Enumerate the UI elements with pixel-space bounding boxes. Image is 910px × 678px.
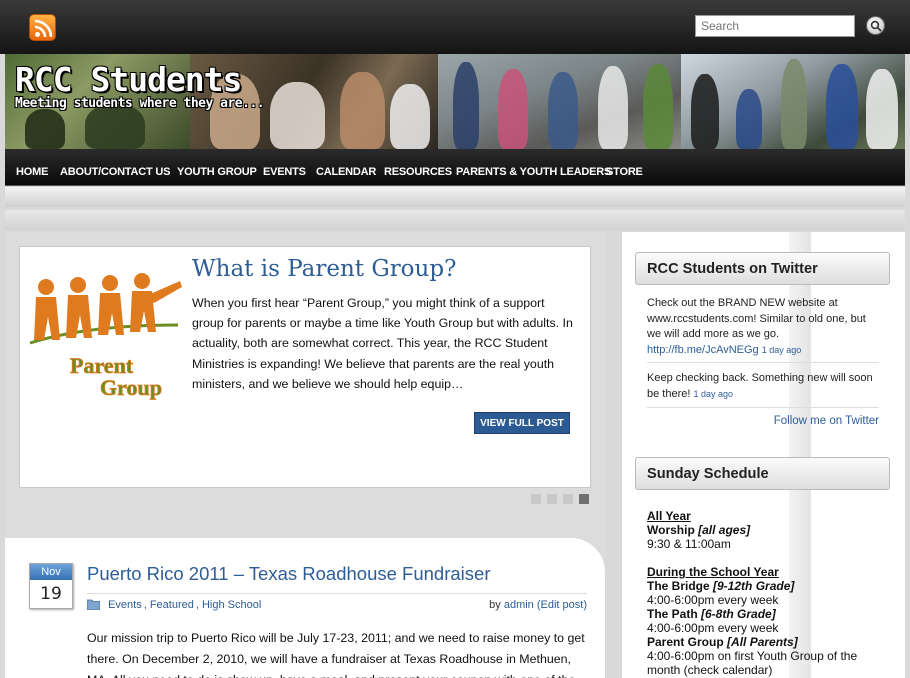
schedule-path-time: 4:00-6:00pm every week xyxy=(647,621,779,635)
nav-store[interactable]: STORE xyxy=(606,166,643,178)
tweet: Check out the BRAND NEW website at www.r… xyxy=(647,296,879,358)
featured-excerpt: When you first hear “Parent Group,” you … xyxy=(192,296,573,391)
divider xyxy=(5,210,905,230)
blog-post: Nov 19 Puerto Rico 2011 – Texas Roadhous… xyxy=(5,538,605,678)
sunday-schedule: All Year Worship [all ages] 9:30 & 11:00… xyxy=(647,509,892,677)
divider xyxy=(5,187,905,207)
date-badge: Nov 19 xyxy=(29,563,73,609)
schedule-worship-time: 9:30 & 11:00am xyxy=(647,537,731,551)
folder-icon xyxy=(86,599,101,613)
schedule-worship-tag: [all ages] xyxy=(698,523,751,537)
search-icon[interactable] xyxy=(866,16,885,35)
category-link-featured[interactable]: Featured xyxy=(150,599,194,611)
nav-events[interactable]: EVENTS xyxy=(263,166,306,178)
main-nav: HOME ABOUT/CONTACT US YOUTH GROUP EVENTS… xyxy=(5,149,905,186)
nav-about-contact[interactable]: ABOUT/CONTACT US xyxy=(60,166,170,178)
sidebar: RCC Students on Twitter Check out the BR… xyxy=(622,232,905,678)
header-photo xyxy=(438,54,681,149)
post-meta: Events, Featured, High School by admin (… xyxy=(86,593,587,613)
featured-title[interactable]: What is Parent Group? xyxy=(192,256,456,282)
schedule-parent: Parent Group xyxy=(647,635,724,649)
slider-dot[interactable] xyxy=(531,494,541,504)
schedule-path: The Path xyxy=(647,607,698,621)
view-full-post-button[interactable]: VIEW FULL POST xyxy=(474,412,570,434)
schedule-bridge-tag: [9-12th Grade] xyxy=(713,579,795,593)
post-byline: by admin (Edit post) xyxy=(489,599,587,611)
nav-calendar[interactable]: CALENDAR xyxy=(316,166,376,178)
follow-twitter-link[interactable]: Follow me on Twitter xyxy=(647,415,879,427)
schedule-parent-time: 4:00-6:00pm on first Youth Group of the … xyxy=(647,649,858,677)
header-banner: RCC Students Meeting students where they… xyxy=(5,54,905,149)
date-day: 19 xyxy=(40,584,62,604)
schedule-parent-tag: [All Parents] xyxy=(727,635,798,649)
parent-group-logo[interactable]: Parent Group xyxy=(28,265,183,405)
top-bar xyxy=(0,0,910,54)
header-photo xyxy=(681,54,905,149)
tweet: Keep checking back. Something new will s… xyxy=(647,371,879,402)
schedule-all-year: All Year xyxy=(647,509,691,523)
twitter-widget-heading: RCC Students on Twitter xyxy=(635,252,890,285)
byline-by: by xyxy=(489,599,501,611)
tweet-text: Keep checking back. Something new will s… xyxy=(647,372,873,400)
search-input[interactable] xyxy=(695,15,855,37)
schedule-bridge-time: 4:00-6:00pm every week xyxy=(647,593,779,607)
slider-dot-active[interactable] xyxy=(579,494,589,504)
author-link[interactable]: admin xyxy=(504,599,534,611)
featured-post: Parent Group What is Parent Group? When … xyxy=(19,246,591,488)
slider-dot[interactable] xyxy=(563,494,573,504)
category-link-high-school[interactable]: High School xyxy=(202,599,261,611)
site-tagline: Meeting students where they are... xyxy=(15,96,265,111)
tweet-link[interactable]: http://fb.me/JcAvNEGg xyxy=(647,344,759,356)
post-body: Our mission trip to Puerto Rico will be … xyxy=(87,631,585,678)
tweet-time[interactable]: 1 day ago xyxy=(693,389,733,399)
schedule-widget-heading: Sunday Schedule xyxy=(635,457,890,490)
nav-home[interactable]: HOME xyxy=(16,166,48,178)
nav-resources[interactable]: RESOURCES xyxy=(384,166,452,178)
nav-youth-group[interactable]: YOUTH GROUP xyxy=(177,166,257,178)
schedule-worship: Worship xyxy=(647,523,695,537)
schedule-path-tag: [6-8th Grade] xyxy=(701,607,776,621)
category-link-events[interactable]: Events xyxy=(108,599,142,611)
schedule-bridge: The Bridge xyxy=(647,579,710,593)
tweet-text: Check out the BRAND NEW website at www.r… xyxy=(647,297,866,340)
logo-text: Group xyxy=(100,375,162,400)
nav-parents-youth-leaders[interactable]: PARENTS & YOUTH LEADERS xyxy=(456,166,611,178)
post-title[interactable]: Puerto Rico 2011 – Texas Roadhouse Fundr… xyxy=(87,563,490,585)
tweet-divider xyxy=(647,362,879,363)
schedule-school-year: During the School Year xyxy=(647,565,779,579)
rss-icon[interactable] xyxy=(29,14,56,41)
tweet-time[interactable]: 1 day ago xyxy=(762,345,802,355)
edit-post-link[interactable]: (Edit post) xyxy=(537,599,587,611)
slider-dot[interactable] xyxy=(547,494,557,504)
site-title[interactable]: RCC Students xyxy=(15,60,242,99)
date-month: Nov xyxy=(30,564,72,580)
tweet-divider xyxy=(647,407,879,408)
